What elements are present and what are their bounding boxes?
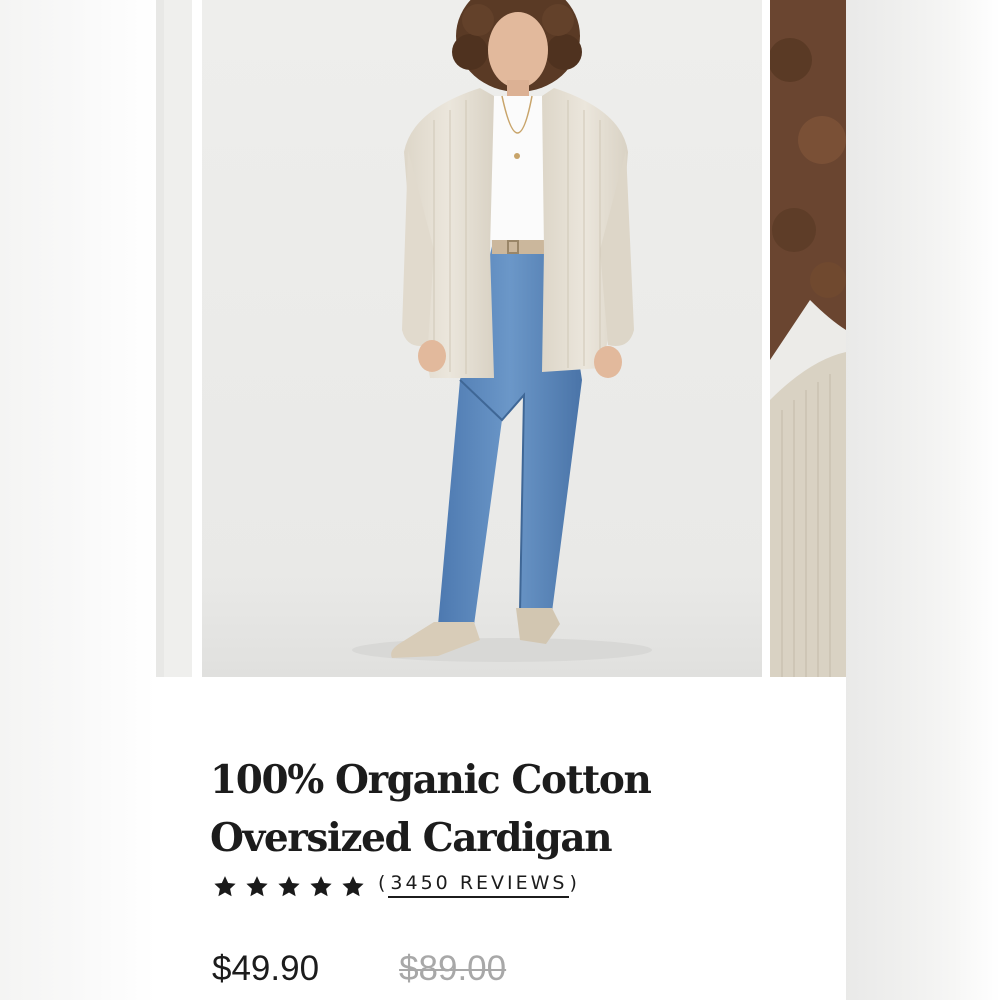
- carousel-image-main[interactable]: [202, 0, 762, 677]
- carousel-image-previous[interactable]: [156, 0, 192, 677]
- original-price: $89.00: [399, 949, 507, 988]
- star-icon: [278, 875, 300, 896]
- product-photo-model: [202, 0, 762, 677]
- reviews-count[interactable]: 3450 REVIEWS: [388, 872, 570, 898]
- star-icon: [342, 875, 364, 896]
- sale-price: $49.90: [212, 949, 320, 988]
- product-page: 100% Organic Cotton Oversized Cardigan (…: [156, 0, 846, 1000]
- reviews-close-paren: ): [569, 872, 580, 894]
- price-row: $49.90 $89.00: [212, 949, 506, 989]
- product-rating[interactable]: ( 3450 REVIEWS ): [212, 872, 580, 901]
- star-rating: [212, 874, 366, 900]
- blurred-background-right: [844, 0, 1000, 1000]
- carousel-image-next[interactable]: [770, 0, 846, 677]
- star-icon: [246, 875, 268, 896]
- blurred-background-left: [0, 0, 156, 1000]
- star-icon: [310, 875, 332, 896]
- star-icon: [214, 875, 236, 896]
- reviews-open-paren: (: [378, 872, 389, 894]
- product-title: 100% Organic Cotton Oversized Cardigan: [210, 757, 652, 861]
- image-carousel[interactable]: [156, 0, 846, 677]
- product-info: 100% Organic Cotton Oversized Cardigan (…: [156, 677, 846, 1000]
- reviews-link[interactable]: ( 3450 REVIEWS ): [378, 872, 580, 901]
